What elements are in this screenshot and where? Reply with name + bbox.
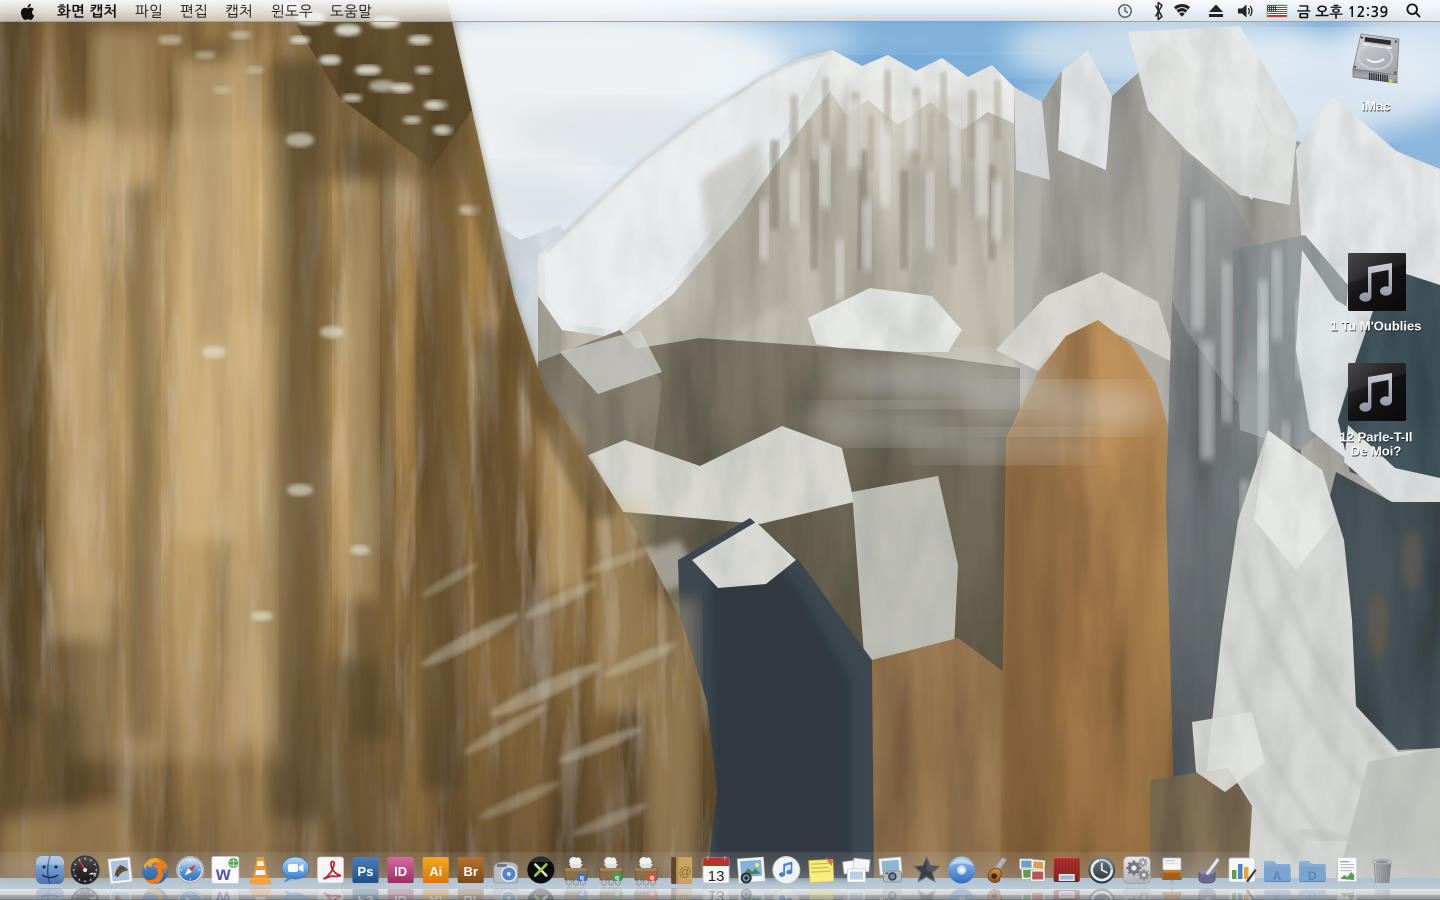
- svg-text:q: q: [650, 891, 654, 898]
- svg-text:q: q: [580, 875, 584, 882]
- svg-text:13: 13: [708, 887, 725, 900]
- svg-text:@: @: [678, 893, 691, 900]
- svg-text:q: q: [650, 875, 654, 882]
- svg-text:w: w: [215, 887, 231, 900]
- svg-text:D: D: [1308, 869, 1317, 883]
- svg-text:w: w: [215, 864, 231, 885]
- svg-text:Br: Br: [463, 864, 477, 879]
- svg-text:Ai: Ai: [429, 864, 442, 879]
- svg-text:ID: ID: [394, 893, 407, 900]
- svg-text:q: q: [615, 875, 619, 882]
- svg-text:Ps: Ps: [358, 864, 374, 879]
- svg-text:iMac: iMac: [1362, 99, 1391, 114]
- svg-text:@: @: [678, 864, 691, 879]
- svg-text:ID: ID: [394, 864, 407, 879]
- svg-text:Ai: Ai: [429, 893, 442, 900]
- svg-text:Ps: Ps: [358, 893, 374, 900]
- svg-text:De Moi?: De Moi?: [1351, 444, 1402, 459]
- svg-text:A: A: [1273, 869, 1282, 883]
- svg-text:q: q: [580, 891, 584, 898]
- svg-text:q: q: [615, 891, 619, 898]
- svg-text:A: A: [1273, 889, 1282, 900]
- svg-text:D: D: [1308, 889, 1317, 900]
- svg-text:Br: Br: [463, 893, 477, 900]
- svg-text:12 Parle-T-Il: 12 Parle-T-Il: [1340, 430, 1413, 445]
- svg-text:13: 13: [708, 868, 725, 885]
- svg-text:1 Tu M'Oublies: 1 Tu M'Oublies: [1331, 319, 1422, 334]
